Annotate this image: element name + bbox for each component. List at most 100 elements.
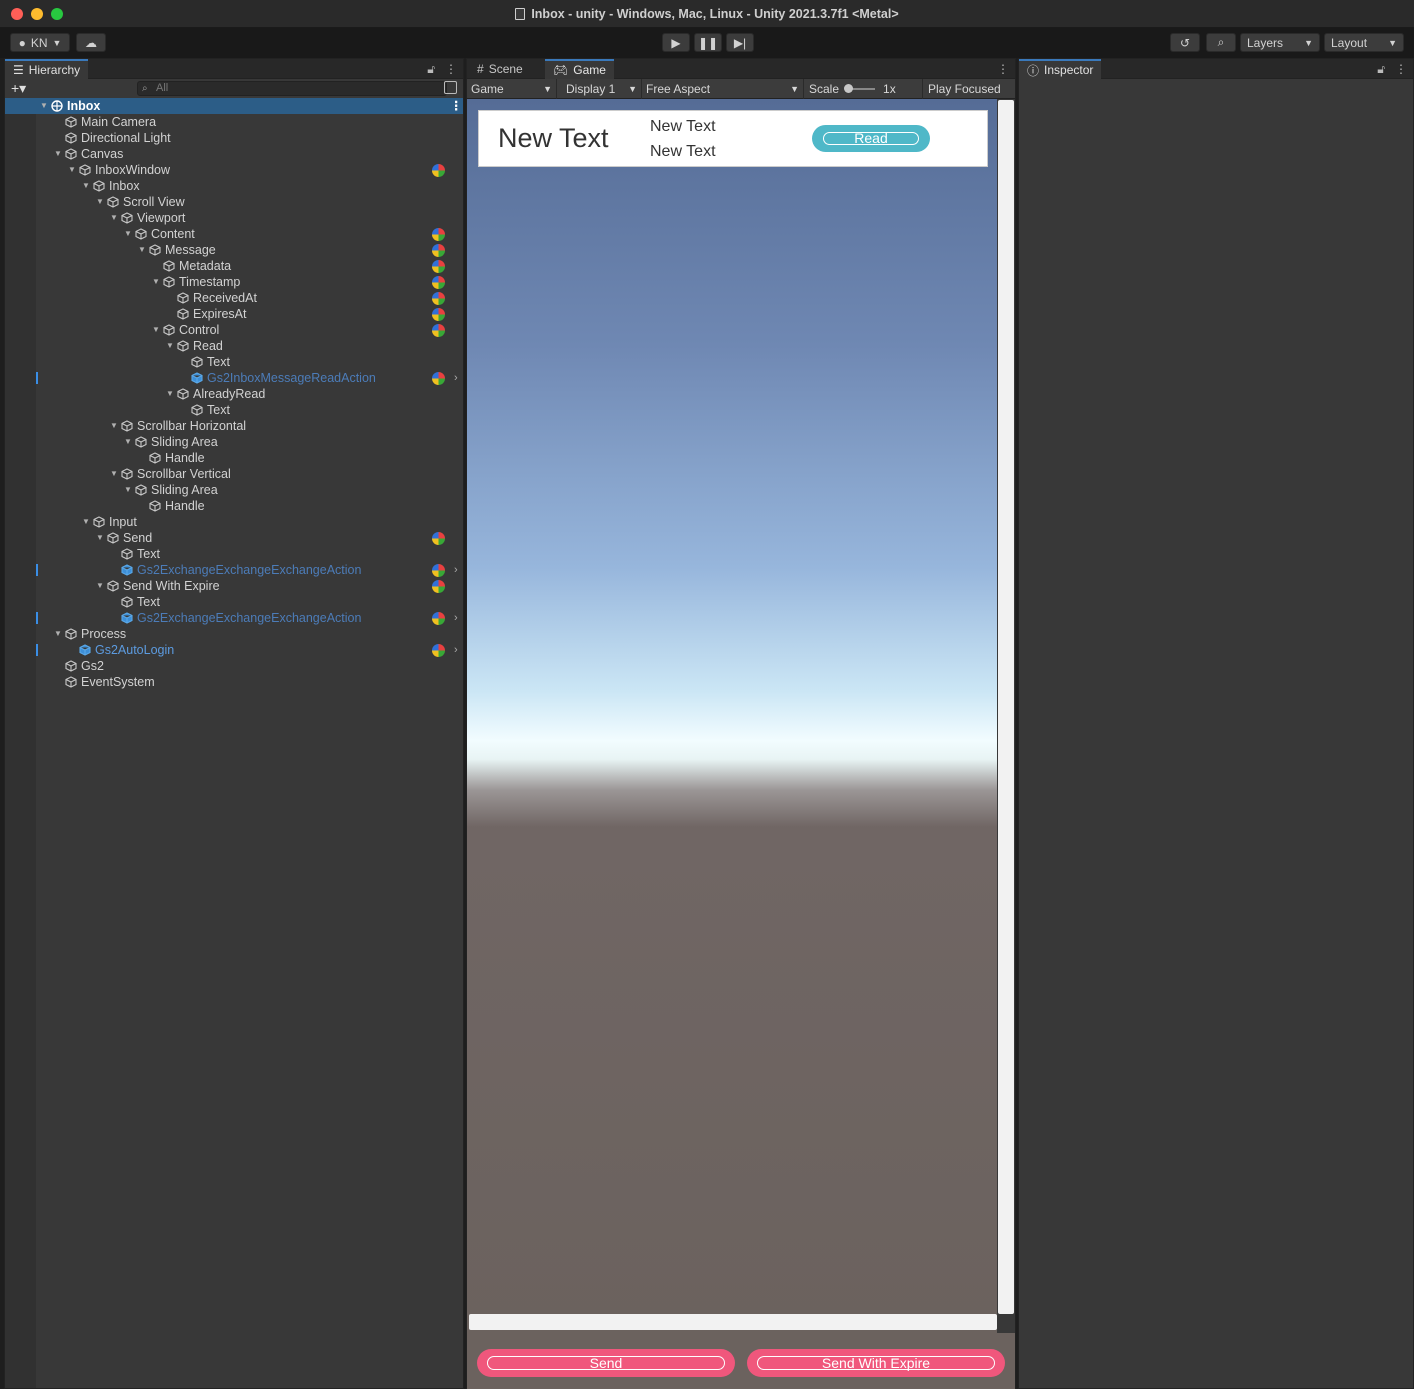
hierarchy-item[interactable]: Main Camera <box>5 114 463 130</box>
hierarchy-item[interactable]: Handle <box>5 498 463 514</box>
undo-history-button[interactable]: ↺ <box>1170 33 1200 52</box>
hierarchy-item[interactable]: Text <box>5 354 463 370</box>
hierarchy-item[interactable]: ▼ Inbox <box>5 178 463 194</box>
chevron-right-icon[interactable]: › <box>454 610 458 626</box>
hierarchy-item[interactable]: ▼ Read <box>5 338 463 354</box>
hierarchy-item[interactable]: Metadata <box>5 258 463 274</box>
hierarchy-item[interactable]: ▼ Content <box>5 226 463 242</box>
hierarchy-item[interactable]: Gs2InboxMessageReadAction › <box>5 370 463 386</box>
add-object-button[interactable]: +▾ <box>11 80 26 97</box>
lock-icon[interactable]: 🔓︎ <box>1377 62 1385 77</box>
expand-arrow-icon[interactable]: ▼ <box>81 514 91 530</box>
expand-arrow-icon[interactable]: ▼ <box>109 418 119 434</box>
step-button[interactable]: ▶| <box>726 33 754 52</box>
expand-arrow-icon[interactable]: ▼ <box>151 322 161 338</box>
send-with-expire-button[interactable]: Send With Expire <box>747 1349 1005 1377</box>
scale-slider[interactable] <box>844 84 876 93</box>
hierarchy-item[interactable]: Gs2ExchangeExchangeExchangeAction › <box>5 610 463 626</box>
account-button[interactable]: ● KN ▼ <box>10 33 70 52</box>
expand-arrow-icon[interactable]: ▼ <box>53 626 63 642</box>
cloud-button[interactable]: ☁ <box>76 33 106 52</box>
read-button[interactable]: Read <box>812 125 930 152</box>
expand-arrow-icon[interactable]: ▼ <box>165 386 175 402</box>
expand-arrow-icon[interactable]: ▼ <box>137 242 147 258</box>
hierarchy-item[interactable]: ExpiresAt <box>5 306 463 322</box>
layout-dropdown[interactable]: Layout ▼ <box>1324 33 1404 52</box>
hierarchy-item-label: Sliding Area <box>151 483 218 497</box>
prefab-cube-icon <box>121 564 133 576</box>
hierarchy-item[interactable]: ▼ Viewport <box>5 210 463 226</box>
game-mode-dropdown[interactable]: Game ▼ <box>467 79 557 99</box>
hierarchy-item[interactable]: Gs2AutoLogin › <box>5 642 463 658</box>
chevron-right-icon[interactable]: › <box>454 370 458 386</box>
play-focused-dropdown[interactable]: Play Focused <box>924 79 1009 99</box>
aspect-dropdown[interactable]: Free Aspect ▼ <box>642 79 804 99</box>
expand-arrow-icon[interactable]: ▼ <box>95 530 105 546</box>
chevron-right-icon[interactable]: › <box>454 642 458 658</box>
hierarchy-item[interactable]: ReceivedAt <box>5 290 463 306</box>
chevron-right-icon[interactable]: › <box>454 562 458 578</box>
hierarchy-item[interactable]: ▼ Send With Expire <box>5 578 463 594</box>
hierarchy-item[interactable]: ▼ Inbox ⋮ <box>5 98 463 114</box>
tab-hierarchy[interactable]: ☰ Hierarchy <box>5 59 89 79</box>
hierarchy-item[interactable]: ▼ InboxWindow <box>5 162 463 178</box>
hierarchy-item[interactable]: Text <box>5 594 463 610</box>
kebab-menu-icon[interactable]: ⋮ <box>1395 62 1407 77</box>
hierarchy-item[interactable]: ▼ Scroll View <box>5 194 463 210</box>
lock-icon[interactable]: 🔓︎ <box>427 62 435 77</box>
expand-arrow-icon[interactable]: ▼ <box>67 162 77 178</box>
hierarchy-item[interactable]: ▼ AlreadyRead <box>5 386 463 402</box>
hierarchy-item[interactable]: ▼ Control <box>5 322 463 338</box>
expand-arrow-icon[interactable]: ▼ <box>95 194 105 210</box>
zoom-window-button[interactable] <box>51 8 63 20</box>
hierarchy-item[interactable]: Gs2ExchangeExchangeExchangeAction › <box>5 562 463 578</box>
close-window-button[interactable] <box>11 8 23 20</box>
display-dropdown[interactable]: Display 1 ▼ <box>562 79 642 99</box>
scene-visibility-icon[interactable] <box>444 81 457 94</box>
send-button[interactable]: Send <box>477 1349 735 1377</box>
hierarchy-item[interactable]: ▼ Scrollbar Horizontal <box>5 418 463 434</box>
kebab-menu-icon[interactable]: ⋮ <box>450 98 463 114</box>
expand-arrow-icon[interactable]: ▼ <box>123 226 133 242</box>
scale-slider-handle[interactable] <box>844 84 854 93</box>
hierarchy-item[interactable]: Text <box>5 546 463 562</box>
tab-scene[interactable]: # Scene <box>469 59 531 79</box>
tab-inspector[interactable]: ⓘ Inspector <box>1019 59 1102 79</box>
layers-dropdown[interactable]: Layers ▼ <box>1240 33 1320 52</box>
kebab-menu-icon[interactable]: ⋮ <box>997 62 1009 76</box>
expand-arrow-icon[interactable]: ▼ <box>151 274 161 290</box>
expand-arrow-icon[interactable]: ▼ <box>109 210 119 226</box>
hierarchy-item[interactable]: Directional Light <box>5 130 463 146</box>
scale-control[interactable]: Scale 1x <box>805 79 923 99</box>
hierarchy-item[interactable]: ▼ Message <box>5 242 463 258</box>
pause-button[interactable]: ❚❚ <box>694 33 722 52</box>
play-button[interactable]: ▶ <box>662 33 690 52</box>
hierarchy-item[interactable]: ▼ Sliding Area <box>5 482 463 498</box>
horizontal-scrollbar[interactable] <box>469 1314 997 1330</box>
expand-arrow-icon[interactable]: ▼ <box>123 434 133 450</box>
hierarchy-item[interactable]: ▼ Process <box>5 626 463 642</box>
hierarchy-item[interactable]: Handle <box>5 450 463 466</box>
expand-arrow-icon[interactable]: ▼ <box>109 466 119 482</box>
hierarchy-item[interactable]: Text <box>5 402 463 418</box>
hierarchy-item[interactable]: ▼ Send <box>5 530 463 546</box>
hierarchy-item[interactable]: ▼ Input <box>5 514 463 530</box>
search-button[interactable]: ⌕ <box>1206 33 1236 52</box>
hierarchy-search-input[interactable]: ⌕ All <box>137 81 447 96</box>
expand-arrow-icon[interactable]: ▼ <box>81 178 91 194</box>
expand-arrow-icon[interactable]: ▼ <box>165 338 175 354</box>
hierarchy-item[interactable]: ▼ Scrollbar Vertical <box>5 466 463 482</box>
expand-arrow-icon[interactable]: ▼ <box>123 482 133 498</box>
hierarchy-item[interactable]: EventSystem <box>5 674 463 690</box>
expand-arrow-icon[interactable]: ▼ <box>53 146 63 162</box>
expand-arrow-icon[interactable]: ▼ <box>95 578 105 594</box>
kebab-menu-icon[interactable]: ⋮ <box>445 62 457 77</box>
expand-arrow-icon[interactable]: ▼ <box>39 98 49 114</box>
tab-game[interactable]: 🎮︎ Game <box>545 59 614 79</box>
hierarchy-item[interactable]: ▼ Sliding Area <box>5 434 463 450</box>
hierarchy-item[interactable]: ▼ Canvas <box>5 146 463 162</box>
hierarchy-item[interactable]: ▼ Timestamp <box>5 274 463 290</box>
vertical-scrollbar[interactable] <box>998 100 1014 1314</box>
minimize-window-button[interactable] <box>31 8 43 20</box>
hierarchy-item[interactable]: Gs2 <box>5 658 463 674</box>
